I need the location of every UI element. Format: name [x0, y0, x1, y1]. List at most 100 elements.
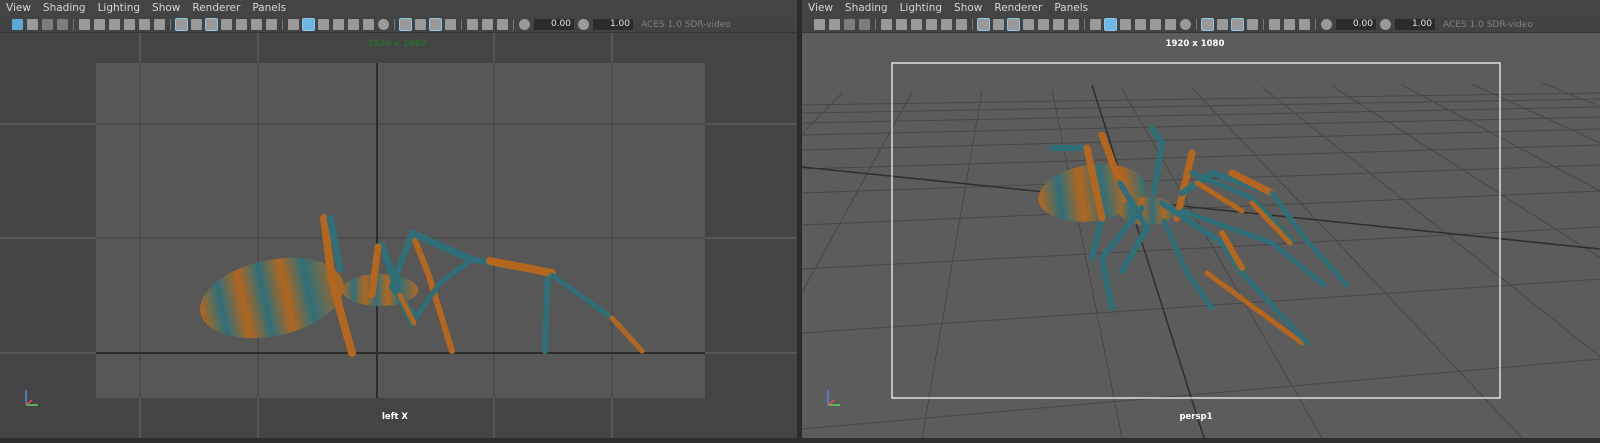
menu-view[interactable]: View	[0, 0, 37, 17]
menu-shading[interactable]: Shading	[37, 0, 92, 17]
menu-shading[interactable]: Shading	[839, 0, 894, 17]
camera-select-icon[interactable]	[881, 19, 892, 30]
toolbar-separator	[1263, 19, 1264, 30]
toolbar-separator	[1315, 19, 1316, 30]
right-panel-menubar: View Shading Lighting Show Renderer Pane…	[802, 0, 1600, 17]
pencil-icon[interactable]	[956, 19, 967, 30]
smooth-shade-icon[interactable]	[1104, 18, 1117, 31]
resolution-label: 1920 x 1080	[1165, 39, 1225, 49]
grid-icon[interactable]	[977, 18, 990, 31]
gate-mask-icon[interactable]	[221, 19, 232, 30]
wireframe-icon[interactable]	[1090, 19, 1101, 30]
exposure-icon[interactable]	[519, 19, 530, 30]
gamma-icon[interactable]	[578, 19, 589, 30]
field-chart-icon[interactable]	[1038, 19, 1049, 30]
isolate-select-icon[interactable]	[467, 19, 478, 30]
depth-of-field-icon[interactable]	[1247, 19, 1258, 30]
menu-show[interactable]: Show	[948, 0, 988, 17]
lighting-icon[interactable]	[363, 19, 374, 30]
xray-joints-icon[interactable]	[482, 19, 493, 30]
xray-icon[interactable]	[348, 19, 359, 30]
screen-space-ao-icon[interactable]	[399, 18, 412, 31]
isolate-select-icon[interactable]	[1269, 19, 1280, 30]
motion-blur-icon[interactable]	[415, 19, 426, 30]
gate-mask-icon[interactable]	[1023, 19, 1034, 30]
left-orthographic-viewport[interactable]	[0, 33, 797, 438]
smooth-shade-icon[interactable]	[302, 18, 315, 31]
gamma-icon[interactable]	[1380, 19, 1391, 30]
select-camera-icon[interactable]	[814, 19, 825, 30]
menu-renderer[interactable]: Renderer	[988, 0, 1048, 17]
camera-name-label: left X	[382, 412, 408, 422]
menu-panels[interactable]: Panels	[1048, 0, 1094, 17]
camera-view-icon[interactable]	[109, 19, 120, 30]
textured-icon[interactable]	[1135, 19, 1146, 30]
right-panel-toolbar: 0.00 1.00 ACES 1.0 SDR-video	[802, 17, 1600, 33]
camera-lock-icon[interactable]	[896, 19, 907, 30]
toolbar-separator	[1196, 19, 1197, 30]
pin-icon[interactable]	[124, 19, 135, 30]
camera-attributes-icon[interactable]	[27, 19, 38, 30]
textured-icon[interactable]	[333, 19, 344, 30]
wireframe-on-shaded-icon[interactable]	[318, 19, 329, 30]
right-perspective-viewport[interactable]	[802, 33, 1600, 438]
lighting-icon[interactable]	[1165, 19, 1176, 30]
wireframe-on-shaded-icon[interactable]	[1120, 19, 1131, 30]
pencil-icon[interactable]	[154, 19, 165, 30]
field-chart-icon[interactable]	[236, 19, 247, 30]
right-viewport-canvas	[802, 33, 1600, 438]
depth-of-field-icon[interactable]	[445, 19, 456, 30]
camera-select-icon[interactable]	[79, 19, 90, 30]
pan-zoom-icon[interactable]	[941, 19, 952, 30]
menu-show[interactable]: Show	[146, 0, 186, 17]
resolution-gate-icon[interactable]	[1007, 18, 1020, 31]
safe-title-icon[interactable]	[1068, 19, 1079, 30]
bookmark-icon[interactable]	[42, 19, 53, 30]
bookmark-icon[interactable]	[844, 19, 855, 30]
left-viewport-panel: View Shading Lighting Show Renderer Pane…	[0, 0, 797, 438]
grid-icon[interactable]	[175, 18, 188, 31]
pan-zoom-icon[interactable]	[139, 19, 150, 30]
camera-attributes-icon[interactable]	[829, 19, 840, 30]
resolution-gate	[96, 63, 705, 398]
color-space-label[interactable]: ACES 1.0 SDR-video	[1443, 20, 1533, 30]
xray-active-icon[interactable]	[1299, 19, 1310, 30]
exposure-icon[interactable]	[1321, 19, 1332, 30]
toolbar-separator	[972, 19, 973, 30]
axis-gizmo-icon	[25, 390, 38, 406]
film-gate-icon[interactable]	[993, 19, 1004, 30]
left-panel-toolbar: 0.00 1.00 ACES 1.0 SDR-video	[0, 17, 797, 33]
gamma-field[interactable]: 1.00	[1395, 19, 1435, 30]
safe-title-icon[interactable]	[266, 19, 277, 30]
camera-lock-icon[interactable]	[94, 19, 105, 30]
shadows-icon[interactable]	[378, 19, 389, 30]
xray-icon[interactable]	[1150, 19, 1161, 30]
resolution-gate-icon[interactable]	[205, 18, 218, 31]
menu-lighting[interactable]: Lighting	[894, 0, 948, 17]
film-gate-icon[interactable]	[191, 19, 202, 30]
exposure-field[interactable]: 0.00	[534, 19, 574, 30]
xray-active-icon[interactable]	[497, 19, 508, 30]
anti-aliasing-icon[interactable]	[429, 18, 442, 31]
safe-action-icon[interactable]	[1053, 19, 1064, 30]
screen-space-ao-icon[interactable]	[1201, 18, 1214, 31]
pin-icon[interactable]	[926, 19, 937, 30]
wireframe-icon[interactable]	[288, 19, 299, 30]
toolbar-separator	[461, 19, 462, 30]
anti-aliasing-icon[interactable]	[1231, 18, 1244, 31]
exposure-field[interactable]: 0.00	[1336, 19, 1376, 30]
menu-panels[interactable]: Panels	[246, 0, 292, 17]
menu-renderer[interactable]: Renderer	[186, 0, 246, 17]
motion-blur-icon[interactable]	[1217, 19, 1228, 30]
menu-lighting[interactable]: Lighting	[92, 0, 146, 17]
image-plane-icon[interactable]	[859, 19, 870, 30]
image-plane-icon[interactable]	[57, 19, 68, 30]
shadows-icon[interactable]	[1180, 19, 1191, 30]
menu-view[interactable]: View	[802, 0, 839, 17]
safe-action-icon[interactable]	[251, 19, 262, 30]
camera-view-icon[interactable]	[911, 19, 922, 30]
select-camera-icon[interactable]	[12, 19, 23, 30]
color-space-label[interactable]: ACES 1.0 SDR-video	[641, 20, 731, 30]
xray-joints-icon[interactable]	[1284, 19, 1295, 30]
gamma-field[interactable]: 1.00	[593, 19, 633, 30]
